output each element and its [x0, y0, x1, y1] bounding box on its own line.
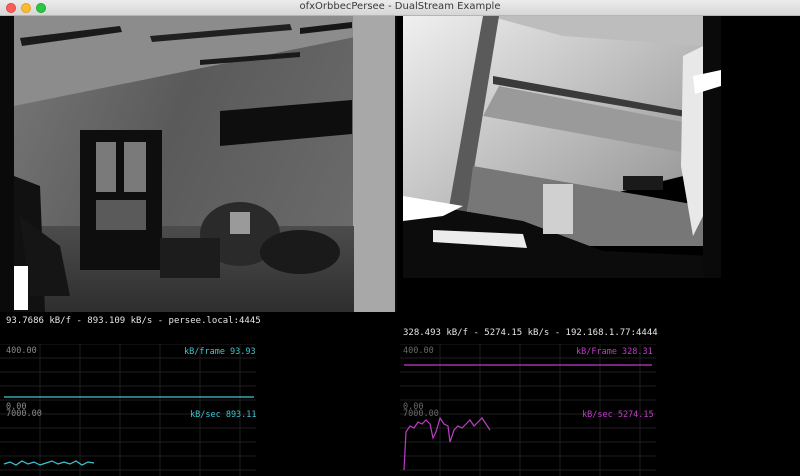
stream-1-frame-caption: kB/frame 93.93: [184, 347, 256, 357]
stream-1-stats: 93.7686 kB/f - 893.109 kB/s - persee.loc…: [6, 316, 261, 326]
window-title: ofxOrbbecPersee - DualStream Example: [299, 1, 501, 12]
stream-1-frame-max-label: 400.00: [6, 346, 37, 356]
stream-1-rate-caption: kB/sec 893.11: [190, 410, 257, 420]
stream-2-stats: 328.493 kB/f - 5274.15 kB/s - 192.168.1.…: [403, 328, 658, 338]
stream-2-rate-caption: kB/sec 5274.15: [582, 410, 654, 420]
depth-stream-1-view: [0, 16, 397, 312]
stream-2-frame-max-label: 400.00: [403, 346, 434, 356]
title-bar[interactable]: ofxOrbbecPersee - DualStream Example: [0, 0, 800, 16]
stream-1-plots: 400.00 kB/frame 93.93 0.00 7000.00 kB/se…: [0, 344, 257, 476]
depth-stream-2-view: [403, 16, 721, 278]
rate-trace-2: [403, 416, 491, 471]
stream-2-frame-caption: kB/Frame 328.31: [576, 347, 653, 357]
stream-2-plots: 400.00 kB/Frame 328.31 0.00 7000.00 kB/s…: [400, 344, 656, 476]
stream-2-rate-max-label: 7000.00: [403, 409, 439, 419]
stream-1-rate-max-label: 7000.00: [6, 409, 42, 419]
app-window: ofxOrbbecPersee - DualStream Example 93.…: [0, 0, 800, 476]
